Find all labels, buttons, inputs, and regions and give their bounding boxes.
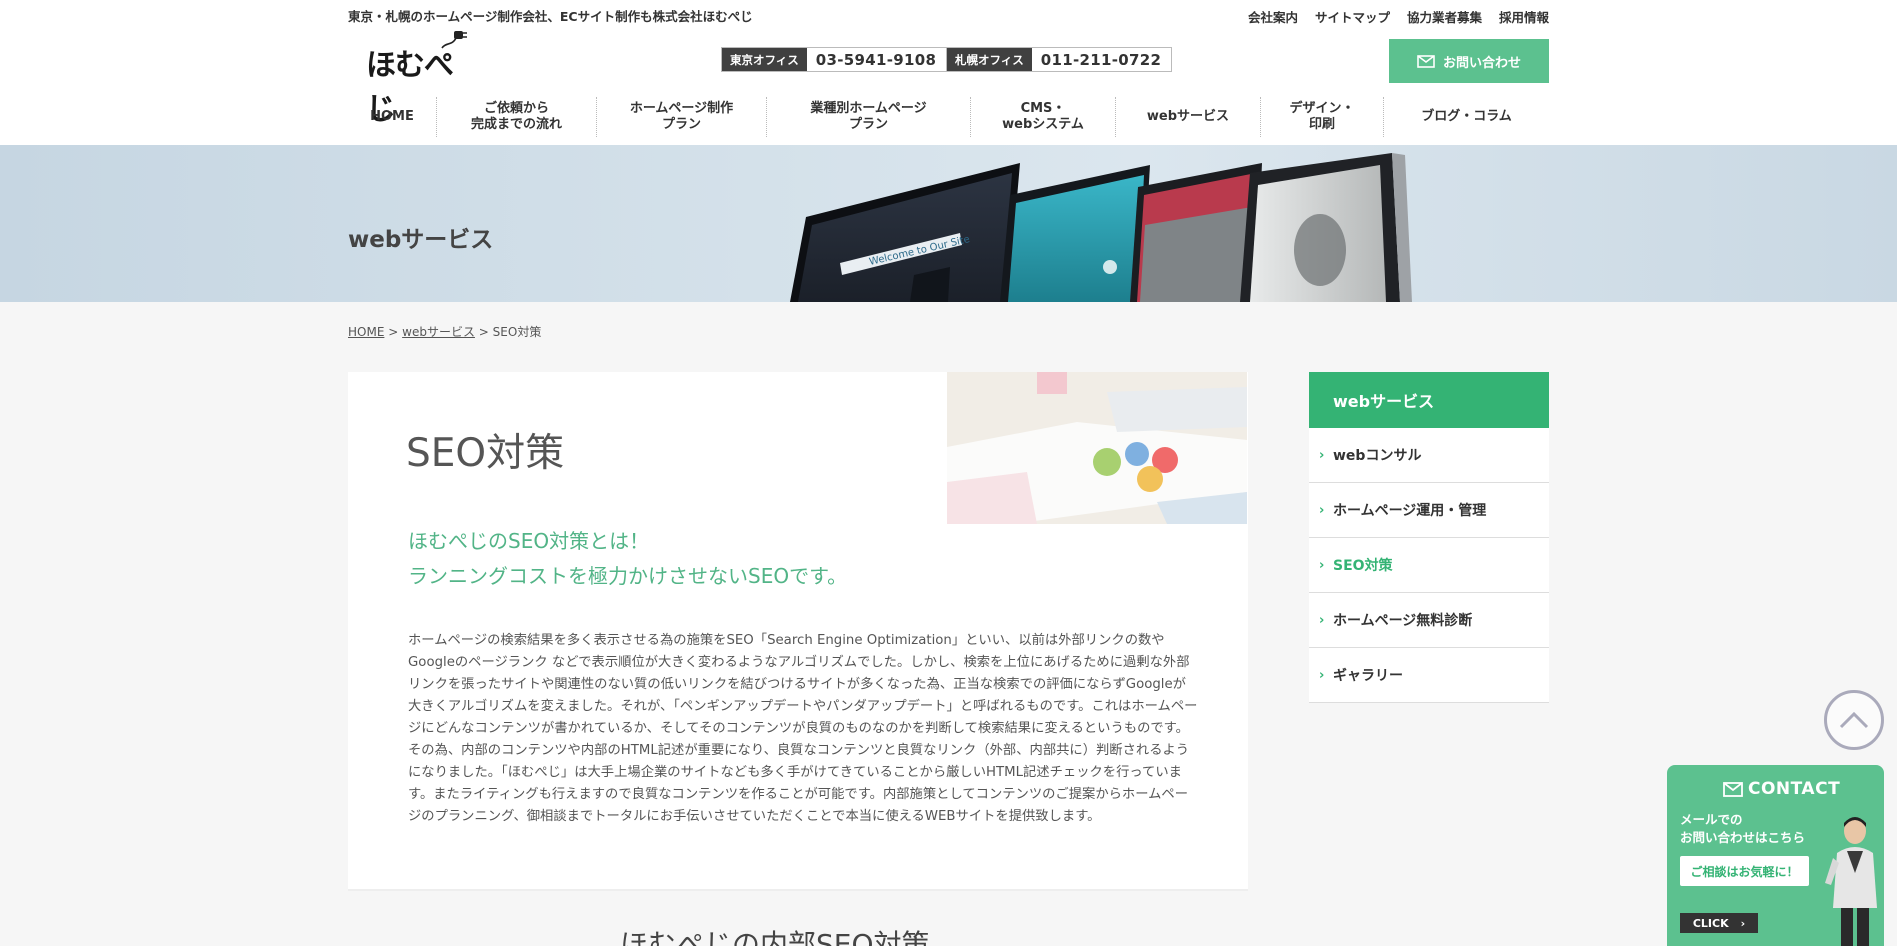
nav-web-service[interactable]: webサービス (1116, 96, 1261, 137)
page-title: SEO対策 (406, 431, 565, 476)
cta-subtitle-line: メールでの (1680, 812, 1743, 827)
sapporo-office-phone[interactable]: 札幌オフィス 011-211-0722 (946, 47, 1173, 72)
breadcrumb-current: SEO対策 (492, 325, 542, 339)
top-link-partners[interactable]: 協力業者募集 (1407, 7, 1482, 26)
nav-label: ホームページ制作 (629, 100, 734, 116)
sidebar-item-gallery[interactable]: › ギャラリー (1309, 648, 1549, 703)
hero-banner: Welcome to Our Site webサービス (0, 145, 1897, 302)
cta-subtitle-line: お問い合わせはこちら (1680, 830, 1806, 845)
nav-homepage-plan[interactable]: ホームページ制作 プラン (597, 96, 767, 137)
chevron-right-icon: › (1740, 916, 1746, 930)
contact-button-label: お問い合わせ (1442, 55, 1521, 71)
seo-header-image (947, 372, 1247, 524)
breadcrumb-separator: > (388, 325, 399, 339)
sidebar-heading: webサービス (1309, 372, 1549, 428)
nav-label: HOME (370, 108, 414, 124)
chevron-up-icon (1839, 711, 1869, 729)
nav-label: プラン (848, 116, 888, 132)
nav-industry-plan[interactable]: 業種別ホームページ プラン (767, 96, 971, 137)
section-heading: ほむぺじの内部SEO対策 (620, 928, 930, 946)
chevron-right-icon: › (1319, 502, 1325, 518)
hero-title: webサービス (348, 227, 494, 253)
nav-label: 完成までの流れ (470, 116, 562, 132)
mail-icon (1417, 54, 1435, 68)
breadcrumb-parent[interactable]: webサービス (402, 325, 475, 339)
breadcrumb: HOME > webサービス > SEO対策 (348, 323, 541, 340)
plug-icon (441, 31, 467, 49)
top-link-sitemap[interactable]: サイトマップ (1315, 7, 1390, 26)
tokyo-office-phone[interactable]: 東京オフィス 03-5941-9108 (721, 47, 948, 72)
page-top-button[interactable] (1824, 690, 1884, 750)
breadcrumb-home[interactable]: HOME (348, 325, 384, 339)
nav-label: CMS・ (1020, 100, 1066, 116)
cta-title: CONTACT (1748, 779, 1841, 799)
site-logo[interactable]: ほむぺじ (366, 28, 476, 127)
sidebar-item-label: ギャラリー (1333, 668, 1403, 684)
nav-label: ブログ・コラム (1421, 108, 1512, 124)
nav-label: デザイン・ (1289, 100, 1355, 116)
sidebar-item-diagnosis[interactable]: › ホームページ無料診断 (1309, 593, 1549, 648)
cta-subtitle: メールでの お問い合わせはこちら (1680, 811, 1805, 847)
top-link-company[interactable]: 会社案内 (1248, 7, 1298, 26)
main-content: SEO対策 ほむぺじのSEO対策とは！ ランニングコストを極力かけさせないSEO… (348, 372, 1248, 891)
office-phone-number: 011-211-0722 (1040, 50, 1162, 69)
breadcrumb-separator: > (478, 325, 489, 339)
cta-click-label: CLICK (1692, 916, 1729, 930)
office-label: 東京オフィス (722, 48, 807, 71)
content-divider (348, 889, 1248, 891)
top-link-recruit[interactable]: 採用情報 (1499, 7, 1549, 26)
main-nav: HOME ご依頼から 完成までの流れ ホームページ制作 プラン 業種別ホームページプ… (348, 94, 1549, 139)
sidebar-item-label: ホームページ運用・管理 (1333, 503, 1487, 519)
site-tagline: 東京・札幌のホームページ制作会社、ECサイト制作も株式会社ほむぺじ (348, 9, 753, 24)
sidebar-item-label: ホームページ無料診断 (1333, 613, 1473, 629)
nav-home[interactable]: HOME (348, 96, 437, 137)
sidebar-item-operation[interactable]: › ホームページ運用・管理 (1309, 483, 1549, 538)
mail-icon (1723, 782, 1743, 797)
staff-person-image (1825, 817, 1877, 946)
cta-bubble: ご相談はお気軽に！ (1680, 856, 1809, 886)
sidebar: webサービス › webコンサル › ホームページ運用・管理 › SEO対策 … (1309, 372, 1549, 703)
office-phone-number: 03-5941-9108 (815, 50, 937, 69)
nav-label: webシステム (1002, 116, 1084, 132)
nav-flow[interactable]: ご依頼から 完成までの流れ (437, 96, 597, 137)
chevron-right-icon: › (1319, 612, 1325, 628)
sidebar-item-web-consult[interactable]: › webコンサル (1309, 428, 1549, 483)
nav-blog[interactable]: ブログ・コラム (1384, 97, 1549, 137)
office-label: 札幌オフィス (947, 48, 1032, 71)
sidebar-item-label: SEO対策 (1333, 558, 1393, 574)
contact-button[interactable]: お問い合わせ (1389, 39, 1549, 83)
chevron-right-icon: › (1319, 447, 1325, 463)
chevron-right-icon: › (1319, 557, 1325, 573)
lead-line: ランニングコストを極力かけさせないSEOです。 (408, 564, 848, 588)
body-paragraph: ホームページの検索結果を多く表示させる為の施策をSEO「Search Engin… (408, 633, 1198, 824)
site-header: 東京・札幌のホームページ制作会社、ECサイト制作も株式会社ほむぺじ 会社案内 サ… (0, 0, 1897, 145)
chevron-right-icon: › (1319, 667, 1325, 683)
lead-text: ほむぺじのSEO対策とは！ ランニングコストを極力かけさせないSEOです。 (408, 524, 847, 594)
nav-label: webサービス (1146, 108, 1230, 124)
sidebar-item-seo[interactable]: › SEO対策 (1309, 538, 1549, 593)
hero-devices-image: Welcome to Our Site (790, 153, 1412, 302)
nav-label: 印刷 (1308, 116, 1335, 132)
cta-click-button[interactable]: CLICK › (1680, 913, 1758, 933)
nav-design[interactable]: デザイン・ 印刷 (1261, 96, 1384, 137)
lead-line: ほむぺじのSEO対策とは！ (408, 529, 650, 553)
nav-label: ご依頼から (483, 100, 549, 116)
contact-floating-banner[interactable]: CONTACT メールでの お問い合わせはこちら ご相談はお気軽に！ CLICK… (1667, 765, 1884, 946)
nav-label: プラン (661, 116, 701, 132)
nav-cms[interactable]: CMS・ webシステム (971, 96, 1116, 137)
sidebar-item-label: webコンサル (1333, 448, 1422, 464)
nav-label: 業種別ホームページ (810, 100, 927, 116)
top-links: 会社案内 サイトマップ 協力業者募集 採用情報 (1248, 7, 1549, 26)
